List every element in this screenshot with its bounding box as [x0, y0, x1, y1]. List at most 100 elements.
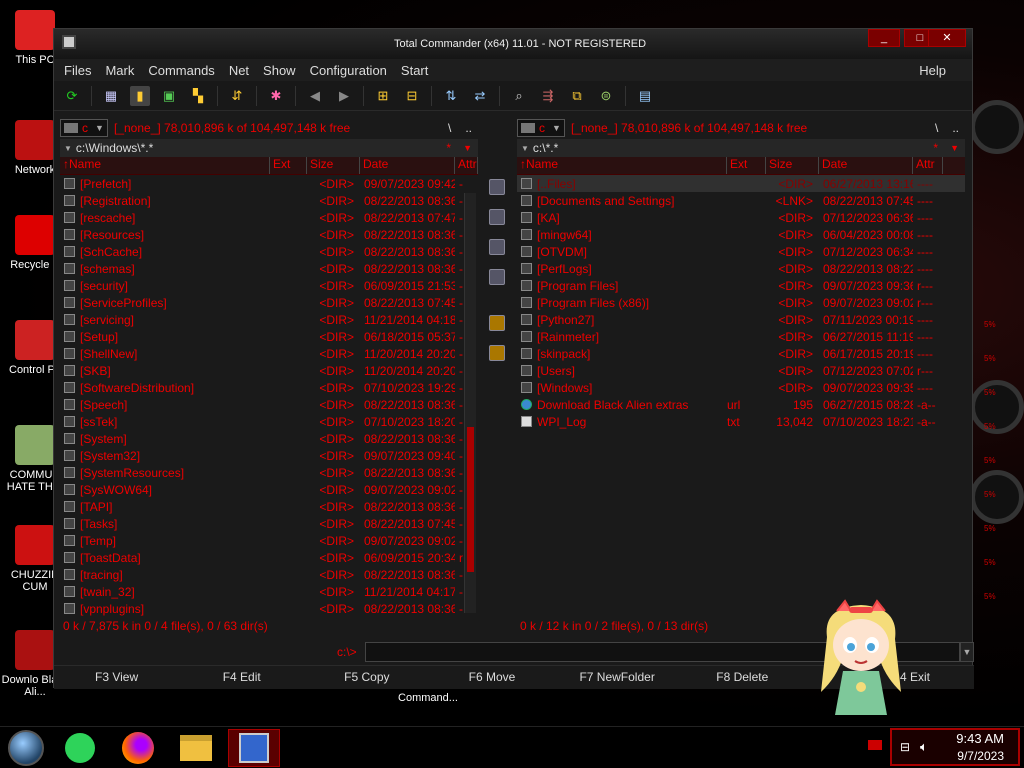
pack-files-icon[interactable]: [489, 315, 505, 331]
volume-icon[interactable]: 🔈︎: [920, 739, 928, 755]
file-row[interactable]: [KA] <DIR> 07/12/2023 06:36 ----: [517, 209, 965, 226]
sync-dirs-icon[interactable]: ⧉: [567, 86, 587, 106]
copy-icon[interactable]: [489, 239, 505, 255]
file-row[interactable]: Download Black Alien extras url 195 06/27/2…: [517, 396, 965, 413]
search-icon[interactable]: ⌕: [509, 86, 529, 106]
left-up-button[interactable]: ..: [465, 121, 472, 135]
col-ext[interactable]: Ext: [270, 157, 307, 174]
file-row[interactable]: [tracing] <DIR> 08/22/2013 08:36-: [60, 566, 478, 583]
right-filter-star[interactable]: *: [933, 141, 938, 155]
view-icon[interactable]: [489, 179, 505, 195]
right-root-button[interactable]: \: [935, 121, 938, 135]
col-ext[interactable]: Ext: [727, 157, 766, 174]
left-scrollbar[interactable]: [464, 193, 476, 613]
menu-mark[interactable]: Mark: [105, 63, 134, 78]
f8-delete-button[interactable]: F8 Delete: [680, 666, 805, 689]
file-row[interactable]: [security] <DIR> 06/09/2015 21:53-: [60, 277, 478, 294]
file-row[interactable]: [Speech] <DIR> 08/22/2013 08:36-: [60, 396, 478, 413]
file-row[interactable]: [schemas] <DIR> 08/22/2013 08:36-: [60, 260, 478, 277]
file-row[interactable]: [Rainmeter] <DIR> 06/27/2015 11:19 ----: [517, 328, 965, 345]
f5-copy-button[interactable]: F5 Copy: [304, 666, 429, 689]
right-drive-selector[interactable]: c ▼: [517, 119, 565, 137]
menu-help[interactable]: Help: [919, 63, 946, 78]
right-up-button[interactable]: ..: [952, 121, 959, 135]
ftp-new-icon[interactable]: ⇄: [470, 86, 490, 106]
file-row[interactable]: [SchCache] <DIR> 08/22/2013 08:36-: [60, 243, 478, 260]
tray-notification-icon[interactable]: [868, 740, 882, 750]
col-size[interactable]: Size: [766, 157, 819, 174]
right-path-bar[interactable]: ▼ c:\*.* * ▼: [517, 139, 965, 157]
col-date[interactable]: Date: [819, 157, 913, 174]
file-row[interactable]: [vpnplugins] <DIR> 08/22/2013 08:36-: [60, 600, 478, 617]
file-row[interactable]: [Program Files (x86)] <DIR> 09/07/2023 09:…: [517, 294, 965, 311]
col-attr[interactable]: Attr: [913, 157, 943, 174]
total-commander-window[interactable]: Total Commander (x64) 11.01 - NOT REGIST…: [53, 28, 974, 689]
left-path-bar[interactable]: ▼ c:\Windows\*.* * ▼: [60, 139, 478, 157]
close-button[interactable]: ✕: [928, 29, 966, 47]
file-row[interactable]: [Registration] <DIR> 08/22/2013 08:36-: [60, 192, 478, 209]
file-row[interactable]: [twain_32] <DIR> 11/21/2014 04:17-: [60, 583, 478, 600]
system-tray[interactable]: ⊟ 🔈︎ 9:43 AM 9/7/2023: [890, 728, 1020, 766]
file-row[interactable]: [Temp] <DIR> 09/07/2023 09:02-: [60, 532, 478, 549]
unpack-icon[interactable]: ✱: [266, 86, 286, 106]
file-row[interactable]: [Resources] <DIR> 08/22/2013 08:36-: [60, 226, 478, 243]
left-filter-star[interactable]: *: [446, 141, 451, 155]
firefox-icon[interactable]: [116, 729, 160, 767]
history-dropdown-icon[interactable]: ▼: [463, 143, 472, 153]
unpack-all-icon[interactable]: ⊟: [402, 86, 422, 106]
compare-icon[interactable]: ⊜: [596, 86, 616, 106]
file-row[interactable]: [System32] <DIR> 09/07/2023 09:40-: [60, 447, 478, 464]
file-row[interactable]: [SKB] <DIR> 11/20/2014 20:20-: [60, 362, 478, 379]
f7-newfolder-button[interactable]: F7 NewFolder: [555, 666, 680, 689]
file-row[interactable]: [Users] <DIR> 07/12/2023 07:02 r---: [517, 362, 965, 379]
chevron-down-icon[interactable]: ▼: [960, 642, 974, 662]
file-row[interactable]: [rescache] <DIR> 08/22/2013 07:47-: [60, 209, 478, 226]
menu-files[interactable]: Files: [64, 63, 91, 78]
file-row[interactable]: [Tasks] <DIR> 08/22/2013 07:45-: [60, 515, 478, 532]
menu-show[interactable]: Show: [263, 63, 296, 78]
pack-icon[interactable]: ⊞: [373, 86, 393, 106]
refresh-icon[interactable]: ⟳: [62, 86, 82, 106]
file-row[interactable]: [System] <DIR> 08/22/2013 08:36-: [60, 430, 478, 447]
forward-arrow-icon[interactable]: ▶: [334, 86, 354, 106]
multi-rename-icon[interactable]: ⇶: [538, 86, 558, 106]
left-drive-selector[interactable]: c ▼: [60, 119, 108, 137]
file-row[interactable]: [Prefetch] <DIR> 09/07/2023 09:42-: [60, 175, 478, 192]
f6-move-button[interactable]: F6 Move: [429, 666, 554, 689]
file-row[interactable]: [TAPI] <DIR> 08/22/2013 08:36-: [60, 498, 478, 515]
new-folder-icon[interactable]: [489, 345, 505, 361]
move-icon[interactable]: [489, 269, 505, 285]
file-row[interactable]: [SysWOW64] <DIR> 09/07/2023 09:02-: [60, 481, 478, 498]
minimize-button[interactable]: _: [868, 29, 900, 47]
f3-view-button[interactable]: F3 View: [54, 666, 179, 689]
tree-icon[interactable]: ▚: [188, 86, 208, 106]
menu-commands[interactable]: Commands: [148, 63, 214, 78]
left-root-button[interactable]: \: [448, 121, 451, 135]
ftp-connect-icon[interactable]: ⇅: [441, 86, 461, 106]
file-row[interactable]: [servicing] <DIR> 11/21/2014 04:18-: [60, 311, 478, 328]
menu-configuration[interactable]: Configuration: [310, 63, 387, 78]
title-bar[interactable]: Total Commander (x64) 11.01 - NOT REGIST…: [54, 29, 972, 59]
file-row[interactable]: [Windows] <DIR> 09/07/2023 09:35 ----: [517, 379, 965, 396]
file-row[interactable]: WPI_Log txt 13,042 07/10/2023 18:21 -a--: [517, 413, 965, 430]
right-panel[interactable]: c ▼ [_none_] 78,010,896 k of 104,497,148…: [517, 117, 965, 635]
file-row[interactable]: [Documents and Settings] <LNK> 08/22/2013 …: [517, 192, 965, 209]
left-panel[interactable]: c ▼ [_none_] 78,010,896 k of 104,497,148…: [60, 117, 478, 635]
file-explorer-icon[interactable]: [174, 729, 218, 767]
file-row[interactable]: [mingw64] <DIR> 06/04/2023 00:08 ----: [517, 226, 965, 243]
file-row[interactable]: [Program Files] <DIR> 09/07/2023 09:36 r---: [517, 277, 965, 294]
file-row[interactable]: [SoftwareDistribution] <DIR> 07/10/2023 19…: [60, 379, 478, 396]
col-name[interactable]: ↑Name: [517, 157, 727, 174]
col-attr[interactable]: Attr: [455, 157, 478, 174]
menu-net[interactable]: Net: [229, 63, 249, 78]
menu-start[interactable]: Start: [401, 63, 428, 78]
brief-view-icon[interactable]: ▦: [101, 86, 121, 106]
clock-date[interactable]: 9/7/2023: [957, 749, 1004, 763]
file-row[interactable]: [ServiceProfiles] <DIR> 08/22/2013 07:45-: [60, 294, 478, 311]
edit-icon[interactable]: [489, 209, 505, 225]
app-icon[interactable]: [62, 35, 76, 49]
file-row[interactable]: [ToastData] <DIR> 06/09/2015 20:34 r: [60, 549, 478, 566]
invert-selection-icon[interactable]: ⇵: [227, 86, 247, 106]
start-button[interactable]: [4, 729, 48, 767]
file-row[interactable]: [Python27] <DIR> 07/11/2023 00:19 ----: [517, 311, 965, 328]
